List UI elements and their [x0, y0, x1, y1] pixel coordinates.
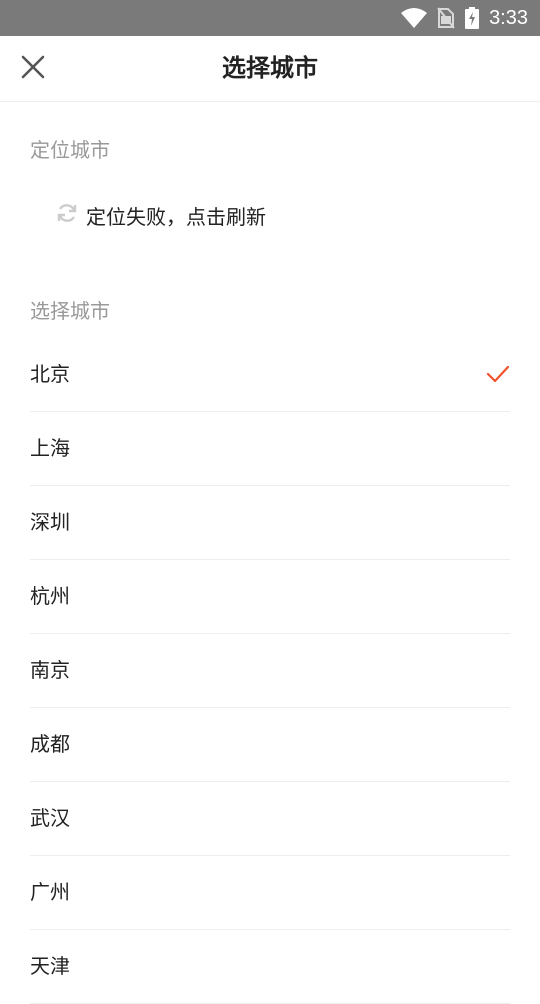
city-item-hangzhou[interactable]: 杭州 — [30, 560, 510, 634]
status-icons: 3:33 — [401, 0, 528, 36]
city-name: 武汉 — [30, 806, 70, 830]
city-item-chengdu[interactable]: 成都 — [30, 708, 510, 782]
city-item-nanjing[interactable]: 南京 — [30, 634, 510, 708]
page-title: 选择城市 — [222, 54, 318, 82]
city-item-guangzhou[interactable]: 广州 — [30, 856, 510, 930]
header: 选择城市 — [0, 36, 540, 102]
city-item-tianjin[interactable]: 天津 — [30, 930, 510, 1004]
refresh-location-button[interactable]: 定位失败，点击刷新 — [56, 199, 266, 231]
city-name: 成都 — [30, 732, 70, 756]
city-name: 杭州 — [30, 584, 70, 608]
city-name: 南京 — [30, 658, 70, 682]
city-item-shenzhen[interactable]: 深圳 — [30, 486, 510, 560]
city-name: 深圳 — [30, 510, 70, 534]
choose-city-section-label: 选择城市 — [30, 299, 110, 323]
city-name: 上海 — [30, 436, 70, 460]
city-list: 北京 上海 深圳 杭州 南京 成都 武汉 广州 天津 — [30, 338, 510, 1004]
refresh-icon — [56, 202, 78, 228]
city-name: 广州 — [30, 880, 70, 904]
status-bar: 3:33 — [0, 0, 540, 36]
city-name: 北京 — [30, 362, 70, 386]
wifi-icon — [401, 8, 428, 28]
city-item-beijing[interactable]: 北京 — [30, 338, 510, 412]
check-icon — [486, 362, 510, 386]
city-item-wuhan[interactable]: 武汉 — [30, 782, 510, 856]
city-name: 天津 — [30, 954, 70, 978]
city-item-shanghai[interactable]: 上海 — [30, 412, 510, 486]
location-status-text: 定位失败，点击刷新 — [86, 204, 266, 229]
status-time: 3:33 — [489, 7, 528, 29]
no-sim-icon — [437, 7, 455, 29]
location-section-label: 定位城市 — [30, 138, 110, 162]
battery-charging-icon — [465, 7, 480, 29]
